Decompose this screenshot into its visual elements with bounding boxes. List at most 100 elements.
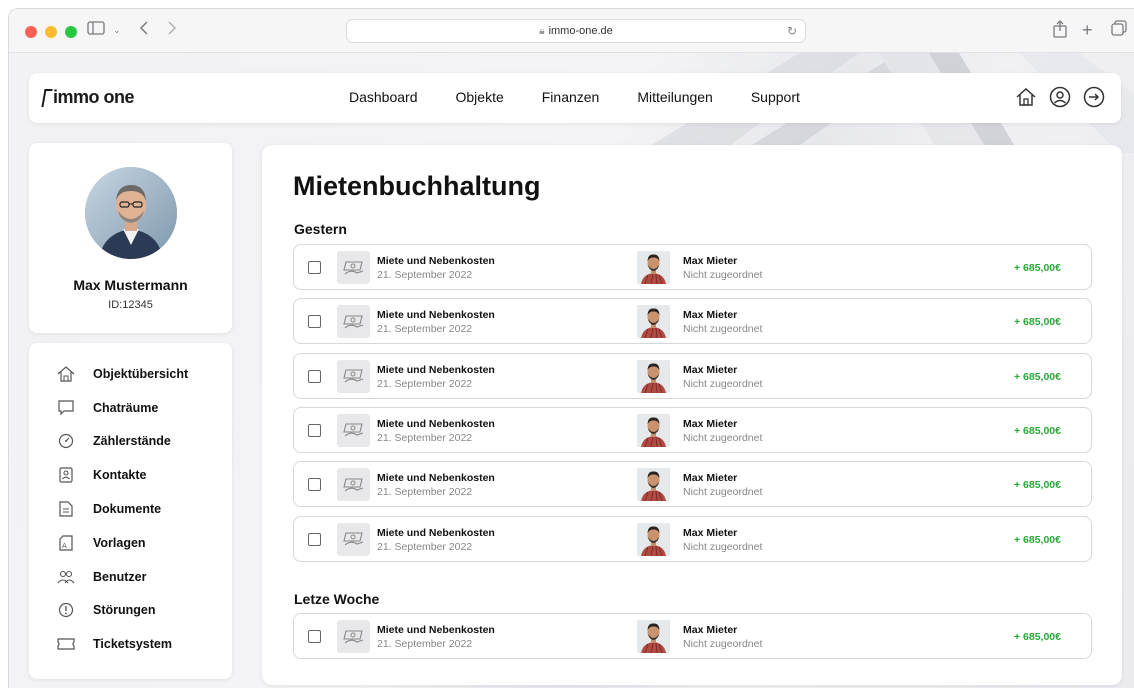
tenant-avatar [637, 522, 670, 556]
sidebar-item-label: Störungen [93, 603, 156, 618]
transaction-date: 21. September 2022 [377, 638, 473, 650]
share-icon[interactable] [1053, 20, 1067, 43]
payment-icon [337, 413, 370, 447]
transaction-date: 21. September 2022 [377, 323, 473, 336]
assignment-status: Nicht zugeordnet [683, 540, 763, 553]
nav-finanzen[interactable]: Finanzen [542, 89, 600, 105]
transaction-row[interactable]: Miete und Nebenkosten 21. September 2022… [293, 406, 1092, 453]
transaction-row[interactable]: Miete und Nebenkosten 21. September 2022… [293, 352, 1092, 399]
transaction-row[interactable]: Miete und Nebenkosten 21. September 2022… [293, 613, 1092, 659]
sidebar-toggle-icon[interactable] [87, 20, 105, 40]
alert-icon [57, 601, 75, 619]
sidebar-item-label: Objektübersicht [93, 366, 189, 381]
sidebar-item-objektuebersicht[interactable]: Objektübersicht [29, 357, 232, 391]
assignment-status: Nicht zugeordnet [683, 431, 763, 444]
sidebar-item-label: Ticketsystem [93, 637, 172, 652]
row-checkbox[interactable] [308, 369, 321, 383]
transaction-amount: + 685,00€ [1013, 533, 1061, 546]
sidebar-item-label: Dokumente [93, 502, 162, 517]
transaction-amount: + 685,00€ [1013, 370, 1061, 383]
nav-objekte[interactable]: Objekte [456, 89, 504, 105]
tenant-avatar [637, 620, 670, 653]
maximize-window-button[interactable] [65, 26, 77, 38]
transaction-title: Miete und Nebenkosten [377, 255, 495, 267]
app-logo[interactable]: immo one [41, 87, 135, 108]
transaction-title: Miete und Nebenkosten [377, 309, 495, 322]
sidebar-item-label: Benutzer [93, 569, 147, 584]
payment-icon [337, 251, 370, 284]
sidebar-item-stoerungen[interactable]: Störungen [29, 594, 232, 628]
home-icon[interactable] [1015, 86, 1037, 108]
sidebar-item-label: Vorlagen [93, 535, 146, 550]
row-checkbox[interactable] [308, 423, 321, 437]
transaction-title: Miete und Nebenkosten [377, 417, 495, 430]
row-checkbox[interactable] [308, 315, 321, 329]
tenant-avatar [637, 251, 670, 284]
new-tab-icon[interactable]: + [1082, 20, 1093, 40]
sidebar-item-chatraeume[interactable]: Chaträume [29, 391, 232, 425]
header-actions [1015, 86, 1105, 108]
tenant-avatar [637, 468, 670, 502]
tenant-avatar [637, 359, 670, 393]
assignment-status: Nicht zugeordnet [683, 323, 763, 336]
transaction-title: Miete und Nebenkosten [377, 526, 495, 539]
back-icon[interactable] [139, 20, 149, 40]
meter-icon [57, 432, 75, 450]
tenant-name: Max Mieter [683, 526, 738, 539]
url-text: immo-one.de [548, 25, 613, 37]
row-checkbox[interactable] [308, 261, 321, 274]
assignment-status: Nicht zugeordnet [683, 638, 763, 650]
profile-name: Max Mustermann [73, 277, 188, 293]
payment-icon [337, 620, 370, 653]
nav-mitteilungen[interactable]: Mitteilungen [637, 89, 713, 105]
profile-id: ID:12345 [108, 299, 153, 311]
row-checkbox[interactable] [308, 478, 321, 492]
tenant-name: Max Mieter [683, 472, 738, 485]
transaction-date: 21. September 2022 [377, 269, 473, 281]
logout-icon[interactable] [1083, 86, 1105, 108]
user-profile-icon[interactable] [1049, 86, 1071, 108]
transaction-row[interactable]: Miete und Nebenkosten 21. September 2022… [293, 244, 1092, 290]
tab-overview-icon[interactable] [1111, 20, 1127, 41]
tenant-name: Max Mieter [683, 309, 738, 322]
nav-support[interactable]: Support [751, 89, 800, 105]
transaction-date: 21. September 2022 [377, 431, 473, 444]
sidebar-item-label: Kontakte [93, 468, 147, 483]
sidebar-item-zaehlerstaende[interactable]: Zählerstände [29, 425, 232, 459]
window-controls [25, 26, 77, 38]
row-checkbox[interactable] [308, 532, 321, 546]
row-checkbox[interactable] [308, 630, 321, 643]
transaction-title: Miete und Nebenkosten [377, 472, 495, 485]
contact-icon [57, 466, 75, 484]
nav-dashboard[interactable]: Dashboard [349, 89, 418, 105]
tenant-name: Max Mieter [683, 363, 738, 376]
sidebar-item-ticketsystem[interactable]: Ticketsystem [29, 627, 232, 661]
transaction-amount: + 685,00€ [1013, 316, 1061, 329]
sidebar-item-benutzer[interactable]: Benutzer [29, 560, 232, 594]
sidebar-item-kontakte[interactable]: Kontakte [29, 458, 232, 492]
lock-icon: 🔒︎ [539, 26, 545, 37]
minimize-window-button[interactable] [45, 26, 57, 38]
address-bar[interactable]: 🔒︎ immo-one.de ↻ [346, 19, 806, 43]
transaction-row[interactable]: Miete und Nebenkosten 21. September 2022… [293, 298, 1092, 345]
assignment-status: Nicht zugeordnet [683, 377, 763, 390]
transaction-date: 21. September 2022 [377, 486, 473, 499]
page-title: Mietenbuchhaltung [293, 171, 541, 201]
transaction-row[interactable]: Miete und Nebenkosten 21. September 2022… [293, 515, 1092, 562]
profile-avatar[interactable] [84, 167, 177, 259]
svg-text:A: A [62, 542, 67, 550]
chevron-down-icon[interactable]: ⌄ [113, 20, 121, 40]
reload-icon[interactable]: ↻ [787, 20, 797, 42]
template-icon: A [57, 534, 75, 552]
sidebar-item-dokumente[interactable]: Dokumente [29, 492, 232, 526]
sidebar-item-label: Zählerstände [93, 434, 171, 449]
main-content: Mietenbuchhaltung Gestern Letze Woche Mi… [262, 145, 1122, 685]
close-window-button[interactable] [25, 26, 37, 38]
tenant-name: Max Mieter [683, 417, 738, 430]
forward-icon[interactable] [167, 20, 177, 40]
transaction-row[interactable]: Miete und Nebenkosten 21. September 2022… [293, 461, 1092, 508]
users-icon [57, 568, 75, 586]
sidebar-item-vorlagen[interactable]: A Vorlagen [29, 526, 232, 560]
web-page: immo one Dashboard Objekte Finanzen Mitt… [9, 53, 1134, 688]
transaction-title: Miete und Nebenkosten [377, 363, 495, 376]
